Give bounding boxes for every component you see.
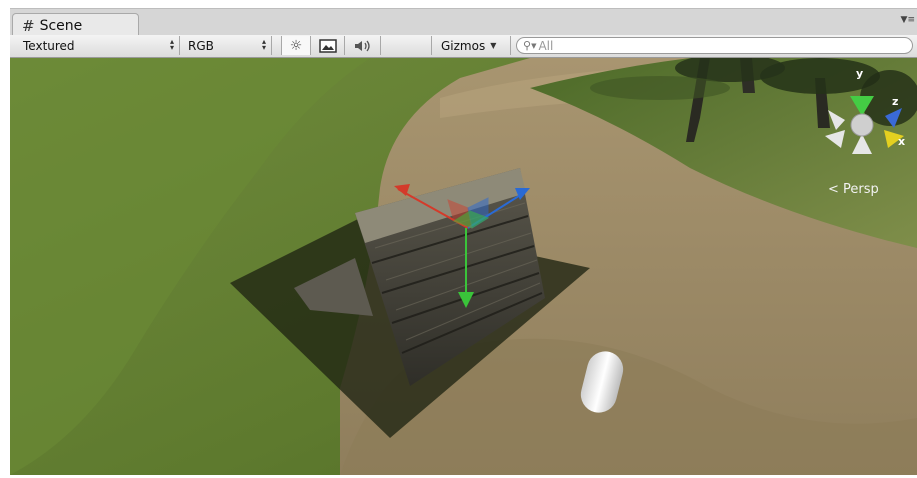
render-mode-label: Textured: [23, 38, 75, 53]
scene-lighting-toggle[interactable]: ☼: [281, 36, 311, 55]
gizmos-label: Gizmos: [441, 38, 486, 53]
gizmo-x-label: x: [898, 135, 906, 148]
tab-scene[interactable]: # Scene: [12, 13, 139, 37]
projection-toggle[interactable]: < Persp: [828, 182, 879, 197]
color-mode-label: RGB: [188, 38, 214, 53]
gizmo-center-cube[interactable]: [850, 113, 874, 137]
scene-render: [10, 58, 917, 475]
sun-icon: ☼: [289, 37, 303, 54]
search-input[interactable]: [538, 38, 879, 53]
tab-scene-label: Scene: [39, 17, 83, 34]
gizmos-dropdown[interactable]: Gizmos ▼: [431, 36, 511, 55]
image-icon: [318, 38, 337, 53]
unity-scene-window: # Scene ▼≡ Textured ▴ ▾ RGB ▴ ▾ ☼ Gizmos…: [0, 0, 917, 478]
search-field[interactable]: ⚲ ▼: [516, 37, 913, 54]
projection-label: Persp: [843, 182, 879, 197]
scene-image-toggle[interactable]: [311, 36, 345, 55]
gizmo-y-label: y: [856, 67, 864, 80]
render-mode-dropdown[interactable]: Textured ▴ ▾: [10, 36, 180, 55]
gizmo-z-label: z: [892, 95, 899, 108]
scene-toolbar: Textured ▴ ▾ RGB ▴ ▾ ☼ Gizmos ▼ ⚲ ▼ All: [10, 35, 917, 58]
tab-menu-icon[interactable]: ▼≡: [901, 15, 915, 25]
dropdown-caret-icon: ▼: [490, 41, 497, 50]
scene-audio-toggle[interactable]: [345, 36, 381, 55]
dropdown-arrows-icon: ▴ ▾: [169, 37, 174, 52]
color-mode-dropdown[interactable]: RGB ▴ ▾: [180, 36, 272, 55]
tab-bar: # Scene ▼≡: [10, 8, 917, 37]
speaker-icon: [354, 40, 370, 51]
dropdown-arrows-icon: ▴ ▾: [261, 37, 266, 52]
search-filter-caret-icon: ▼: [531, 41, 537, 50]
search-icon: ⚲: [523, 39, 532, 52]
scene-viewport[interactable]: y z x < Persp: [10, 58, 917, 475]
grid-hash-icon: #: [22, 16, 35, 35]
chevron-left-icon: <: [828, 182, 839, 197]
